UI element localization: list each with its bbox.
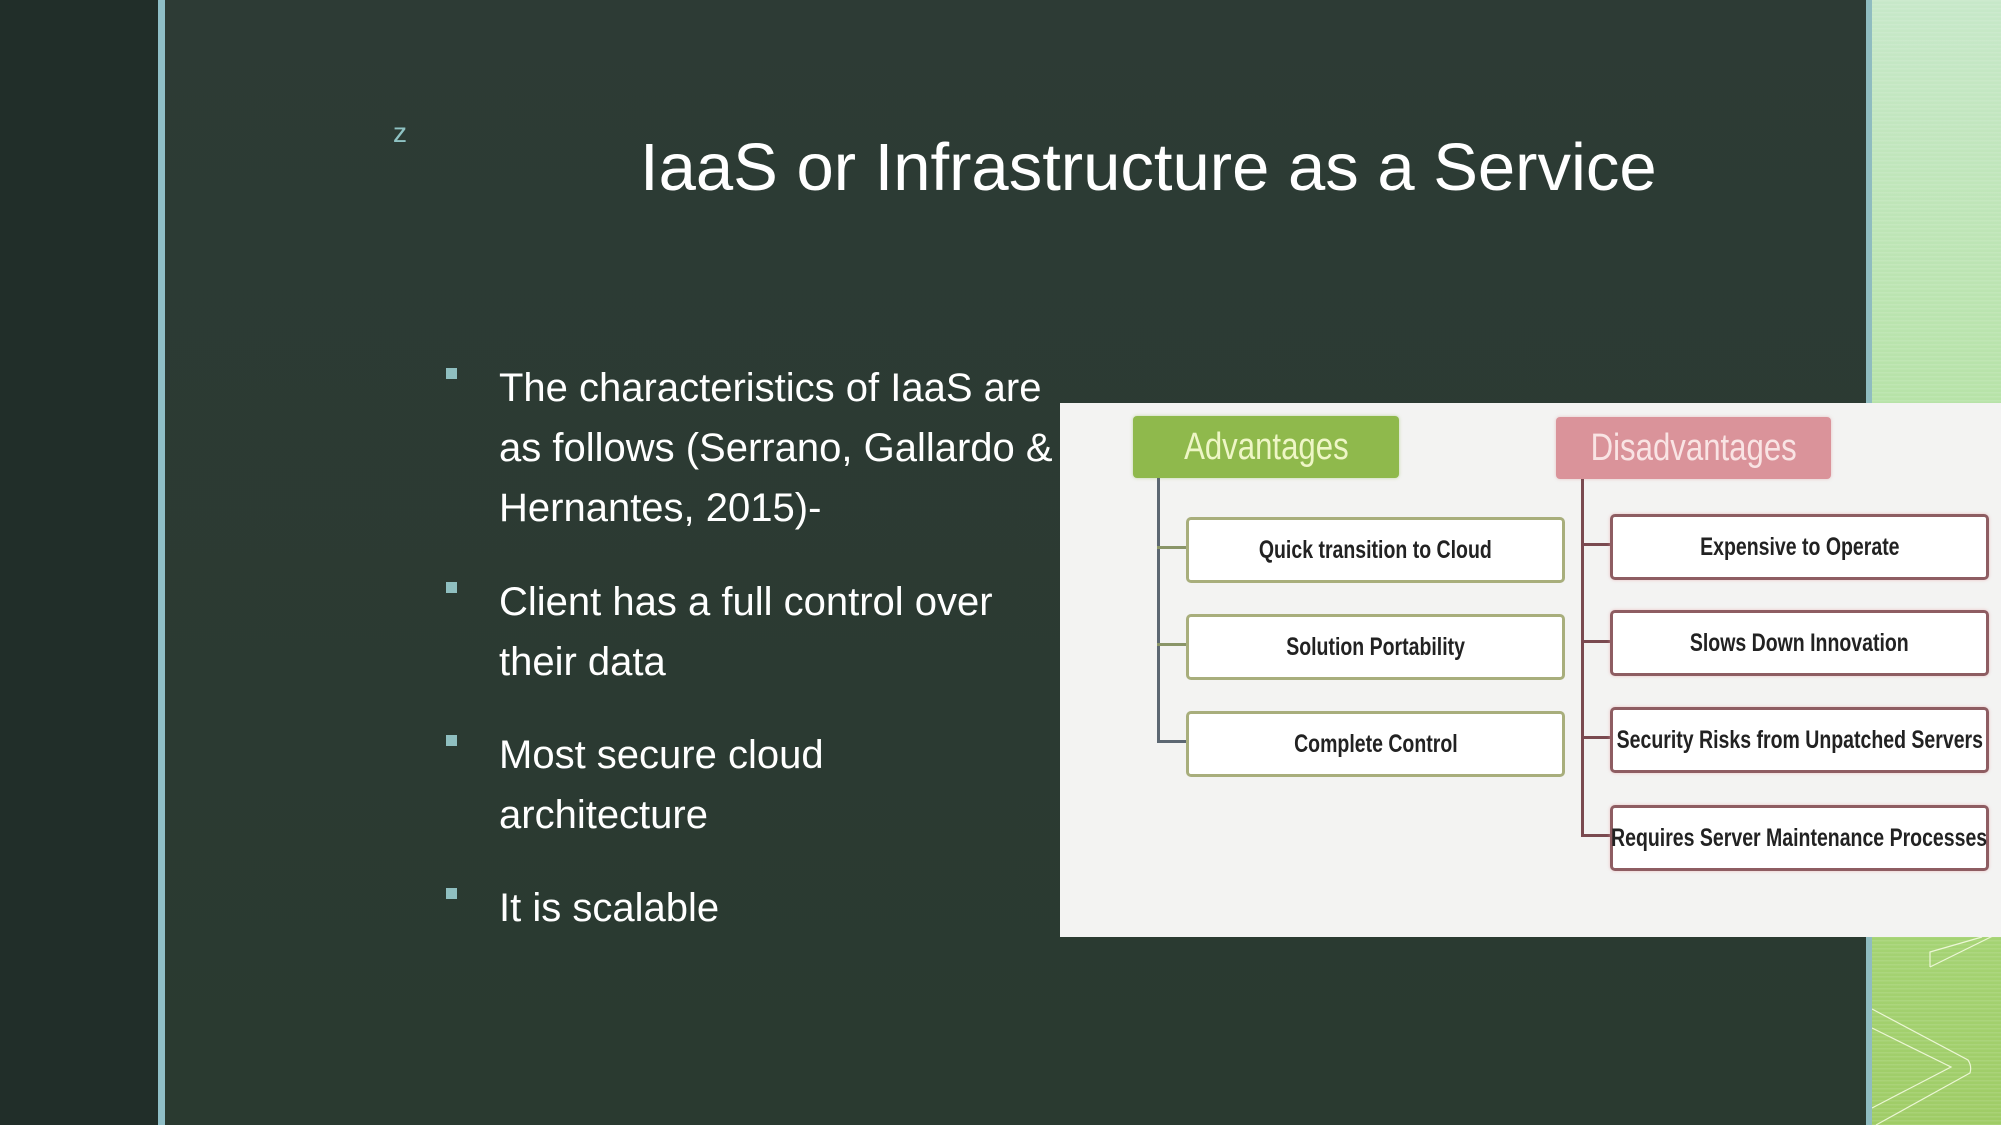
bullet-text: The characteristics of IaaS are as follo… [499,366,1053,530]
advantages-connector-line [1157,478,1160,743]
disadvantages-branch-line [1581,543,1610,546]
bullet-square-icon [446,735,457,746]
disadvantages-branch-line [1581,736,1610,739]
advantages-branch-line [1157,643,1186,646]
disadvantage-item: Slows Down Innovation [1610,610,1989,676]
bullet-square-icon [446,582,457,593]
disadvantages-heading-text: Disadvantages [1590,426,1797,469]
disadvantages-branch-line [1581,640,1610,643]
advantages-branch-line [1157,740,1186,743]
advantages-branch-line [1157,546,1186,549]
advantage-item-text: Complete Control [1293,729,1458,758]
disadvantages-branch-line [1581,834,1610,837]
advantages-heading-text: Advantages [1183,425,1349,468]
bullet-text: Most secure cloud architecture [499,733,824,837]
advantage-item: Complete Control [1186,711,1565,777]
disadvantage-item: Security Risks from Unpatched Servers [1610,707,1989,773]
slide-marker: z [393,117,407,148]
advantage-item: Solution Portability [1186,614,1565,680]
disadvantage-item-text: Slows Down Innovation [1690,628,1909,657]
advantage-item-text: Solution Portability [1286,632,1465,661]
left-dark-strip [0,0,158,1125]
advantages-heading: Advantages [1133,416,1399,478]
bullet-text: It is scalable [499,886,720,930]
advantage-item-text: Quick transition to Cloud [1259,535,1492,564]
pros-cons-diagram: Advantages Quick transition to Cloud Sol… [1060,403,2001,937]
disadvantages-connector-line [1581,479,1584,837]
slide-title: IaaS or Infrastructure as a Service [640,130,1657,205]
left-accent-line [158,0,165,1125]
bullet-text: Client has a full control over their dat… [499,580,993,684]
advantage-item: Quick transition to Cloud [1186,517,1565,583]
disadvantage-item: Expensive to Operate [1610,514,1989,580]
bullet-square-icon [446,368,457,379]
disadvantage-item-text: Requires Server Maintenance Processes [1611,823,1988,852]
bullet-square-icon [446,888,457,899]
disadvantage-item: Requires Server Maintenance Processes [1610,805,1989,871]
disadvantage-item-text: Security Risks from Unpatched Servers [1616,725,1983,754]
disadvantage-item-text: Expensive to Operate [1699,532,1900,561]
disadvantages-heading: Disadvantages [1556,417,1831,479]
